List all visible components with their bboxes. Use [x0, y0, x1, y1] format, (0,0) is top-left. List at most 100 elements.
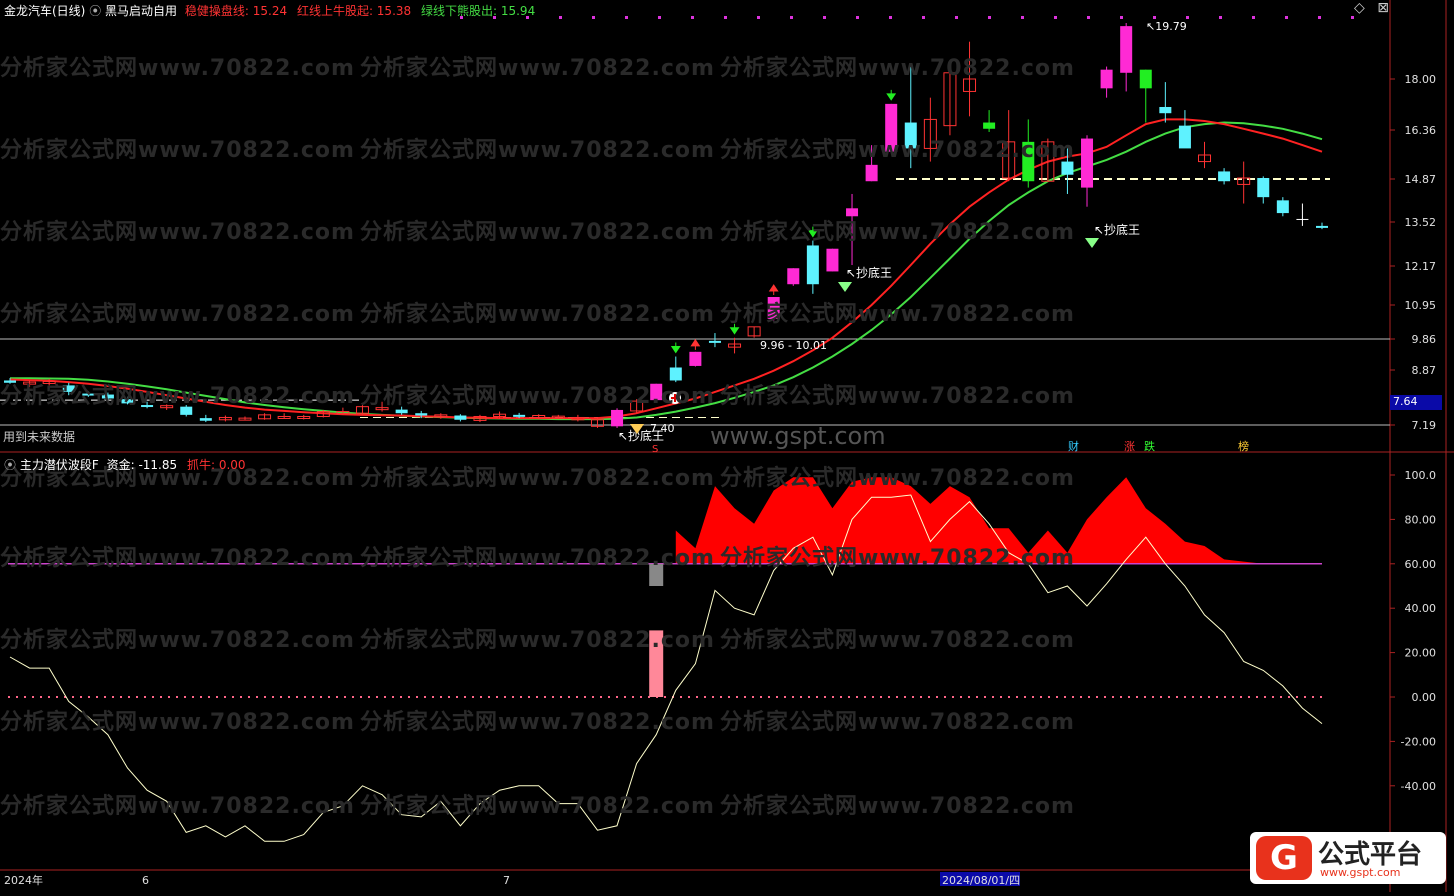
y-tick-label: -40.00 — [1401, 780, 1436, 793]
chaodi-label: ↖抄底王 — [846, 265, 892, 280]
candle-body — [787, 268, 800, 285]
top-signal-dot — [724, 16, 727, 19]
watermark-text: 分析家公式网www.70822.com — [360, 138, 715, 163]
watermark-text: 分析家公式网www.70822.com — [720, 628, 1075, 653]
date-label: 2024/08/01/四 — [942, 874, 1020, 887]
candle-body — [983, 122, 996, 129]
watermark-text: 分析家公式网www.70822.com — [360, 710, 715, 735]
date-label: 7 — [503, 874, 510, 887]
top-signal-dot — [1120, 16, 1123, 19]
top-signal-dot — [1252, 16, 1255, 19]
watermark-text: 分析家公式网www.70822.com — [720, 710, 1075, 735]
watermark-text: 分析家公式网www.70822.com — [720, 138, 1075, 163]
top-signal-dot — [1351, 16, 1354, 19]
brand-url: www.gspt.com — [1320, 866, 1401, 879]
candle-body — [513, 414, 526, 417]
watermark-text: 分析家公式网www.70822.com — [360, 56, 715, 81]
top-signal-dot — [1285, 16, 1288, 19]
candle-body — [1120, 26, 1133, 73]
date-label: 6 — [142, 874, 149, 887]
y-tick-label: 18.00 — [1405, 73, 1437, 86]
watermark-text: 分析家公式网www.70822.com — [720, 466, 1075, 491]
y-tick-label: 20.00 — [1405, 647, 1437, 660]
y-tick-label: 7.19 — [1412, 419, 1437, 432]
watermark-text: 分析家公式网www.70822.com — [720, 56, 1075, 81]
watermark-text: 分析家公式网www.70822.com — [720, 220, 1075, 245]
candle-body — [199, 418, 212, 421]
top-signal-dot — [1054, 16, 1057, 19]
candle-body — [1159, 106, 1172, 114]
event-tag: 涨 — [1124, 440, 1135, 453]
candle-body — [395, 409, 408, 414]
watermark-text: 分析家公式网www.70822.com — [0, 138, 355, 163]
watermark-text: 分析家公式网www.70822.com — [360, 220, 715, 245]
candle-body — [1257, 178, 1270, 198]
line2-value: 15.38 — [376, 4, 412, 18]
range-label: 9.96 - 10.01 — [760, 339, 827, 352]
diamond-signal-icon — [838, 282, 852, 292]
line2-label: 红线上牛股起: — [296, 4, 377, 18]
watermark-text: 分析家公式网www.70822.com — [0, 384, 355, 409]
green-down-arrow-icon — [670, 342, 681, 354]
candle-body — [1276, 200, 1289, 214]
top-signal-dot — [1318, 16, 1321, 19]
candle-body — [689, 351, 702, 366]
y-tick-label: 16.36 — [1405, 124, 1437, 137]
catch-label: 抓牛: — [186, 458, 219, 472]
candle-body — [1316, 225, 1328, 228]
top-signal-dot — [1021, 16, 1024, 19]
brand-logo: G 公式平台 www.gspt.com — [1250, 832, 1446, 884]
watermark-text: 分析家公式网www.70822.com — [360, 384, 715, 409]
candle-body — [1178, 125, 1191, 149]
y-tick-label: 100.0 — [1405, 469, 1437, 482]
stock-title[interactable]: 金龙汽车(日线) — [4, 4, 85, 18]
indicator-dot-icon: ⦿ — [89, 4, 102, 18]
watermark-text: 分析家公式网www.70822.com — [0, 628, 355, 653]
diamond-icon[interactable]: ◇ — [1354, 0, 1365, 16]
candle-body — [415, 413, 428, 416]
y-tick-label: 60.00 — [1405, 558, 1437, 571]
candle-body — [708, 340, 721, 343]
window-controls: ◇ ⊠ — [1354, 0, 1389, 16]
candle-body — [1218, 171, 1231, 182]
line3-label: 绿线下熊股出: — [420, 4, 501, 18]
line1-value: 15.24 — [252, 4, 288, 18]
watermark-text: 分析家公式网www.70822.com — [720, 302, 1075, 327]
lower-header: ⦿ 主力潜伏波段F 资金: -11.85 抓牛: 0.00 — [4, 456, 246, 473]
candle-body — [1139, 69, 1152, 89]
watermark-text: 分析家公式网www.70822.com — [0, 710, 355, 735]
y-tick-label: 0.00 — [1412, 691, 1437, 704]
y-tick-label: 10.95 — [1405, 299, 1437, 312]
y-tick-label: 8.87 — [1412, 364, 1437, 377]
event-tag: 财 — [1068, 439, 1079, 453]
top-signal-dot — [1219, 16, 1222, 19]
top-signal-dot — [889, 16, 892, 19]
candle-body — [865, 164, 878, 182]
candle-body — [454, 415, 467, 420]
catch-value: 0.00 — [218, 458, 246, 472]
watermark-text: 分析家公式网www.70822.com — [720, 794, 1075, 819]
watermark-text: 分析家公式网www.70822.com — [0, 302, 355, 327]
line3-value: 15.94 — [500, 4, 536, 18]
close-box-icon[interactable]: ⊠ — [1377, 0, 1389, 16]
indicator-name[interactable]: 黑马启动自用 — [105, 4, 177, 18]
future-data-note: 用到未来数据 — [3, 430, 76, 444]
watermark-text: 分析家公式网www.70822.com — [0, 546, 355, 571]
fund-value: -11.85 — [138, 458, 178, 472]
lower-indicator-name[interactable]: 主力潜伏波段F — [20, 458, 99, 472]
price-tag: 7.64 — [1390, 395, 1442, 410]
watermark-text: 分析家公式网www.70822.com — [360, 628, 715, 653]
green-down-arrow-icon — [886, 89, 897, 101]
top-signal-dot — [1153, 16, 1156, 19]
green-trend-line — [10, 121, 1323, 421]
top-signal-dot — [988, 16, 991, 19]
brand-g-icon: G — [1256, 836, 1312, 880]
event-tag: 榜 — [1238, 439, 1249, 453]
watermark-text: 分析家公式网www.70822.com — [360, 794, 715, 819]
top-signal-dot — [955, 16, 958, 19]
y-tick-label: 13.52 — [1405, 216, 1437, 229]
watermark-text: 分析家公式网www.70822.com — [720, 384, 1075, 409]
candle-body — [1081, 138, 1094, 188]
y-tick-label: 12.17 — [1405, 260, 1437, 273]
top-signal-dot — [1186, 16, 1189, 19]
